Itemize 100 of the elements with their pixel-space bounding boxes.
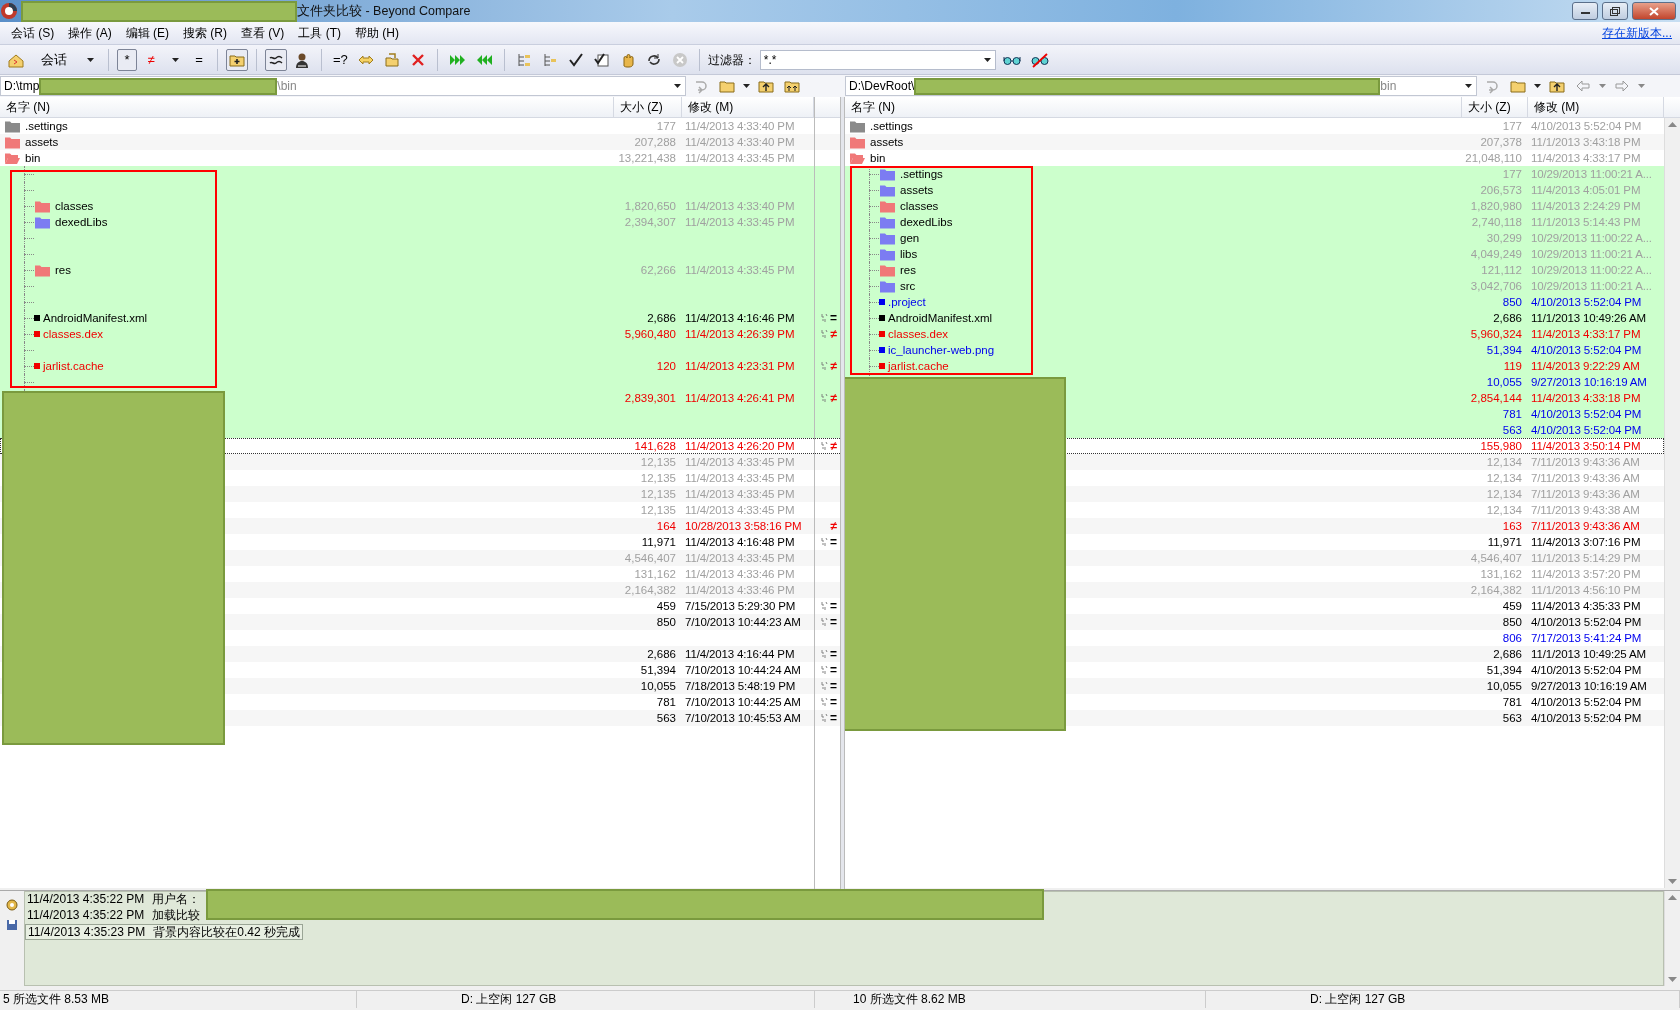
path-field[interactable]: D:\DevRoot\ bin [845,76,1477,96]
filter-label: 过滤器： [707,51,756,69]
caret-icon [1637,82,1646,90]
scrollbar[interactable] [1664,118,1680,888]
file-row[interactable]: dexedLibs 2,394,307 11/4/2013 4:33:45 PM dexedLibs 2,740,118 11/1/2013 5:14:43 PM [0,214,1664,230]
menu-item[interactable]: 工具 (T) [291,22,349,44]
scrollbar[interactable] [1664,891,1680,986]
view-filter-button[interactable]: = [189,48,209,71]
caret-icon [170,55,180,64]
size-cell-text: 2,164,382 [1469,583,1523,598]
folder-plus-button[interactable] [226,48,248,71]
size-cell-text: 806 [1501,631,1523,646]
date-cell-text: 11/4/2013 4:33:18 PM [1530,391,1642,406]
date-cell-text: 7/11/2013 9:43:36 AM [1530,487,1641,502]
size-cell-text: 563 [1501,711,1523,726]
file-name: libs [900,247,918,262]
view-filter-button[interactable]: ≠ [141,48,161,71]
update-link[interactable]: 存在新版本... [1602,24,1672,42]
date-cell-text: 10/29/2013 11:00:22 A... [1530,263,1653,278]
log-entry[interactable]: 11/4/2013 4:35:22 PM 用户名： [25,892,203,908]
file-row[interactable]: .settings 177 10/29/2013 11:00:21 A... [0,166,1664,182]
size-cell-text: 2,686 [646,311,677,326]
log-entry[interactable]: 11/4/2013 4:35:22 PM 加载比较 [25,908,203,924]
date-cell-text: 4/10/2013 5:52:04 PM [1530,663,1643,678]
view-filter-button[interactable]: * [117,48,137,71]
close-button[interactable] [1632,2,1676,20]
tree-collapse-icon [541,51,558,68]
file-row[interactable]: assets 207,288 11/4/2013 4:33:40 PM assets 207,378 11/1/2013 3:43:18 PM [0,134,1664,150]
file-row[interactable]: classes.dex 5,960,480 11/4/2013 4:26:39 PM ≠ classes.dex 5,960,324 11/4/2013 4:33:17 PM [0,326,1664,342]
size-cell-text: 177 [1501,119,1523,134]
size-cell-text: 51,394 [1485,343,1523,358]
file-row[interactable]: libs 4,049,249 10/29/2013 11:00:21 A... [0,246,1664,262]
stop-icon [671,51,688,68]
file-row[interactable]: gen 30,299 10/29/2013 11:00:22 A... [0,230,1664,246]
file-row[interactable]: classes 1,820,650 11/4/2013 4:33:40 PM classes 1,820,980 11/4/2013 2:24:29 PM [0,198,1664,214]
log-entry[interactable]: 11/4/2013 4:35:23 PM 背景内容比较在0.42 秒完成 [25,924,303,940]
menu-item[interactable]: 帮助 (H) [348,22,407,44]
date-cell-text: 11/4/2013 3:50:14 PM [1530,439,1642,454]
compare-mark: = [830,662,837,678]
menu-item[interactable]: 搜索 (R) [176,22,235,44]
approx-button[interactable] [265,48,287,71]
menu-item[interactable]: 操作 (A) [61,22,119,44]
menu-item[interactable]: 编辑 (E) [118,22,177,44]
date-cell-text: 11/4/2013 4:33:45 PM [684,263,796,278]
date-cell-text: 11/4/2013 4:26:41 PM [684,391,796,406]
date-cell-text: 11/4/2013 4:33:46 PM [684,567,796,582]
date-cell-text: 11/4/2013 4:33:46 PM [684,583,796,598]
column-header[interactable]: 大小 (Z) [614,97,682,117]
file-row[interactable]: assets 206,573 11/4/2013 4:05:01 PM [0,182,1664,198]
size-cell-text: 850 [655,615,677,630]
file-row[interactable]: jarlist.cache 120 11/4/2013 4:23:31 PM ≠ jarlist.cache 119 11/4/2013 9:22:29 AM [0,358,1664,374]
date-cell-text: 11/4/2013 4:33:40 PM [684,119,796,134]
file-name: dexedLibs [900,215,953,230]
file-name: ic_launcher-web.png [888,343,995,358]
file-row[interactable]: ic_launcher-web.png 51,394 4/10/2013 5:52:04 PM [0,342,1664,358]
status-text: D: 上空闲 127 GB [461,992,557,1006]
column-header[interactable]: 名字 (N) [0,97,614,117]
date-cell-text: 4/10/2013 5:52:04 PM [1530,695,1643,710]
size-cell-text: 12,135 [639,455,677,470]
file-row[interactable]: .project 850 4/10/2013 5:52:04 PM [0,294,1664,310]
date-cell-text: 11/4/2013 4:23:31 PM [684,359,796,374]
menu-item[interactable]: 会话 (S) [4,22,62,44]
checklist-icon [593,51,610,68]
size-cell-text: 12,134 [1485,503,1523,518]
size-cell-text: 459 [1501,599,1523,614]
session-button[interactable]: 会话 [32,48,76,71]
file-row[interactable]: src 3,042,706 10/29/2013 11:00:21 A... [0,278,1664,294]
filter-field[interactable]: *.* [759,49,996,70]
maximize-button[interactable] [1602,2,1628,20]
file-name: classes.dex [43,327,104,342]
date-cell-text: 7/17/2013 5:41:24 PM [1530,631,1643,646]
size-cell-text: 1,820,650 [623,199,677,214]
size-cell-text: 4,546,407 [623,551,677,566]
folder-arrow-icon [383,51,400,68]
date-cell-text: 11/4/2013 4:33:17 PM [1530,151,1642,166]
size-cell-text: 781 [1501,695,1523,710]
column-header[interactable]: 大小 (Z) [1462,97,1528,117]
size-cell-text: 4,546,407 [1469,551,1523,566]
file-name: jarlist.cache [43,359,104,374]
compare-contents-button[interactable]: =? [330,48,351,71]
caret-icon [1464,82,1473,90]
menu-item[interactable]: 查看 (V) [234,22,292,44]
date-cell-text: 11/4/2013 2:24:29 PM [1530,199,1642,214]
size-cell-text: 206,573 [1479,183,1523,198]
column-header[interactable]: 修改 (M) [1528,97,1664,117]
caret-icon [673,82,682,90]
date-cell-text: 7/18/2013 5:48:19 PM [684,679,797,694]
path-field[interactable]: D:\tmp \bin [0,76,686,96]
size-cell-text: 2,839,301 [623,391,677,406]
file-row[interactable]: res 62,266 11/4/2013 4:33:45 PM res 121,112 10/29/2013 11:00:22 A... [0,262,1664,278]
minimize-button[interactable] [1572,2,1598,20]
file-row[interactable]: AndroidManifest.xml 2,686 11/4/2013 4:16:46 PM = AndroidManifest.xml 2,686 11/1/2013 10:49:26 AM [0,310,1664,326]
date-cell-text: 7/11/2013 9:43:36 AM [1530,455,1641,470]
date-cell-text: 11/1/2013 10:49:25 AM [1530,647,1647,662]
size-cell-text: 164 [655,519,677,534]
date-cell-text: 10/29/2013 11:00:21 A... [1530,279,1653,294]
size-cell-text: 11,971 [1486,535,1523,550]
size-cell-text: 177 [655,119,677,134]
person-icon [294,51,310,68]
date-cell-text: 11/4/2013 3:57:20 PM [1530,567,1642,582]
